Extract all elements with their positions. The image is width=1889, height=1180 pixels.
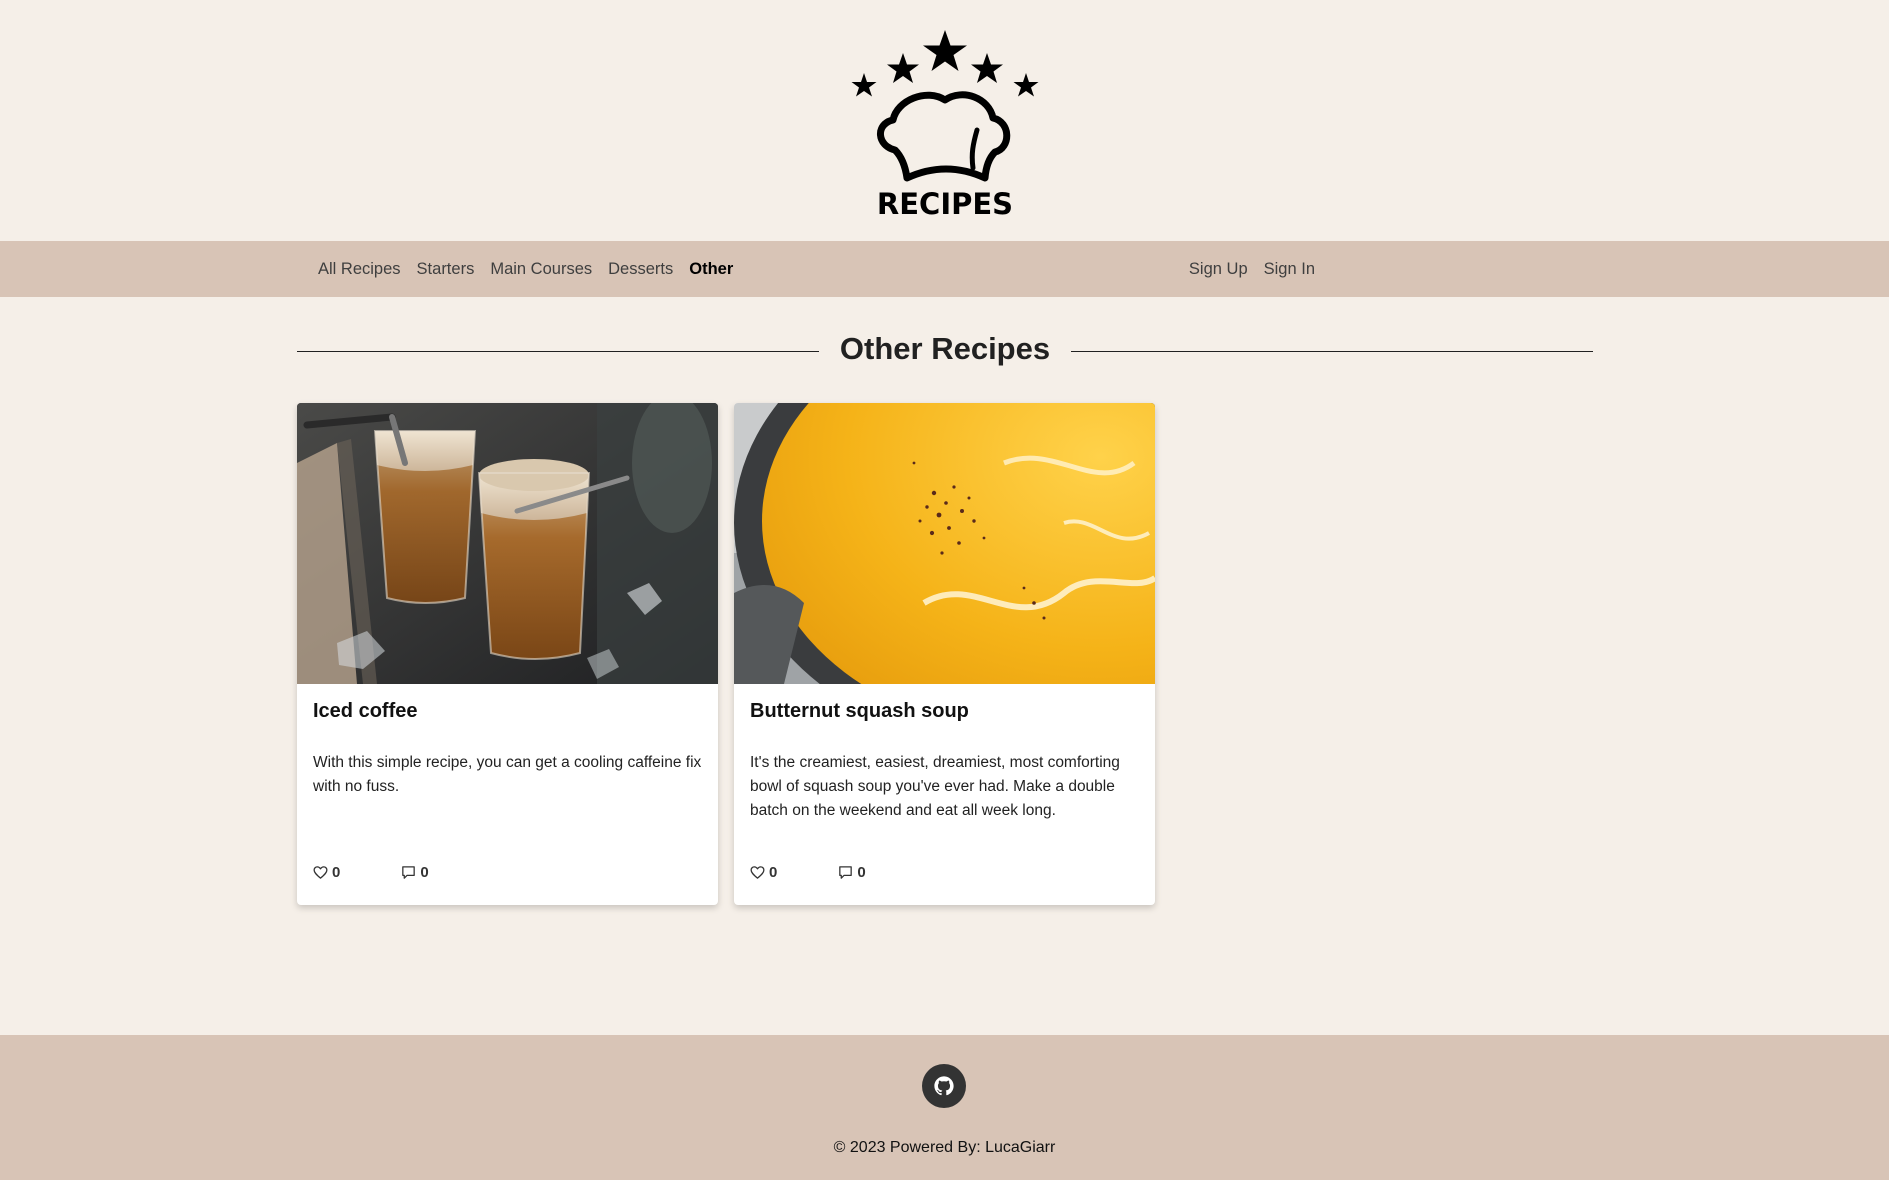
recipe-stats: 0 0 — [749, 864, 866, 881]
comment-icon — [402, 866, 416, 879]
copyright-text: © 2023 Powered By: LucaGiarr — [833, 1139, 1056, 1156]
logo-text: RECIPES — [876, 187, 1012, 221]
comment-count: 0 — [420, 864, 429, 881]
recipe-description: It's the creamiest, easiest, dreamiest, … — [750, 754, 1120, 819]
recipe-list: Iced coffee With this simple recipe, you… — [297, 403, 1155, 905]
github-link[interactable] — [922, 1064, 966, 1108]
like-count: 0 — [769, 864, 778, 881]
chef-hat-crease — [969, 127, 979, 170]
star-icon — [886, 52, 919, 83]
star-icon — [851, 72, 876, 96]
recipe-image-butternut-squash-soup[interactable] — [734, 403, 1155, 684]
chef-hat-logo-icon[interactable]: RECIPES — [835, 26, 1055, 226]
heading-divider-right — [1071, 351, 1594, 352]
sign-up-link[interactable]: Sign Up — [1181, 260, 1256, 279]
nav-link-desserts[interactable]: Desserts — [600, 260, 681, 279]
sign-in-link[interactable]: Sign In — [1256, 260, 1323, 279]
nav-link-main-courses[interactable]: Main Courses — [482, 260, 600, 279]
star-icon — [970, 52, 1003, 83]
heart-icon — [750, 866, 765, 879]
page-title: Other Recipes — [839, 331, 1051, 366]
recipe-image-iced-coffee[interactable] — [297, 403, 718, 684]
recipe-title[interactable]: Iced coffee — [313, 700, 702, 723]
site-header: RECIPES — [0, 0, 1889, 241]
recipe-card-butternut-squash-soup[interactable]: Butternut squash soup It's the creamiest… — [734, 403, 1155, 905]
recipe-description: With this simple recipe, you can get a c… — [313, 754, 702, 795]
main-navbar: All Recipes Starters Main Courses Desser… — [0, 241, 1889, 297]
star-icon — [922, 29, 967, 71]
comment-count: 0 — [857, 864, 866, 881]
section-heading: Other Recipes — [297, 326, 1594, 372]
recipe-card-iced-coffee[interactable]: Iced coffee With this simple recipe, you… — [297, 403, 718, 905]
nav-link-all-recipes[interactable]: All Recipes — [310, 260, 409, 279]
recipe-stats: 0 0 — [312, 864, 429, 881]
site-footer: © 2023 Powered By: LucaGiarr — [0, 1035, 1889, 1180]
comment-icon — [839, 866, 853, 879]
nav-categories: All Recipes Starters Main Courses Desser… — [310, 260, 741, 279]
comments-button[interactable]: 0 — [837, 864, 866, 881]
chef-hat-outline — [876, 90, 1010, 181]
like-button[interactable]: 0 — [312, 864, 340, 881]
like-button[interactable]: 0 — [749, 864, 777, 881]
nav-link-starters[interactable]: Starters — [409, 260, 483, 279]
heart-icon — [313, 866, 328, 879]
comments-button[interactable]: 0 — [400, 864, 429, 881]
nav-account: Sign Up Sign In — [1181, 260, 1323, 279]
star-icon — [1013, 72, 1038, 96]
recipe-title[interactable]: Butternut squash soup — [750, 700, 1139, 723]
github-icon — [934, 1076, 954, 1096]
like-count: 0 — [332, 864, 341, 881]
heading-divider-left — [297, 351, 819, 352]
nav-link-other[interactable]: Other — [681, 260, 741, 279]
